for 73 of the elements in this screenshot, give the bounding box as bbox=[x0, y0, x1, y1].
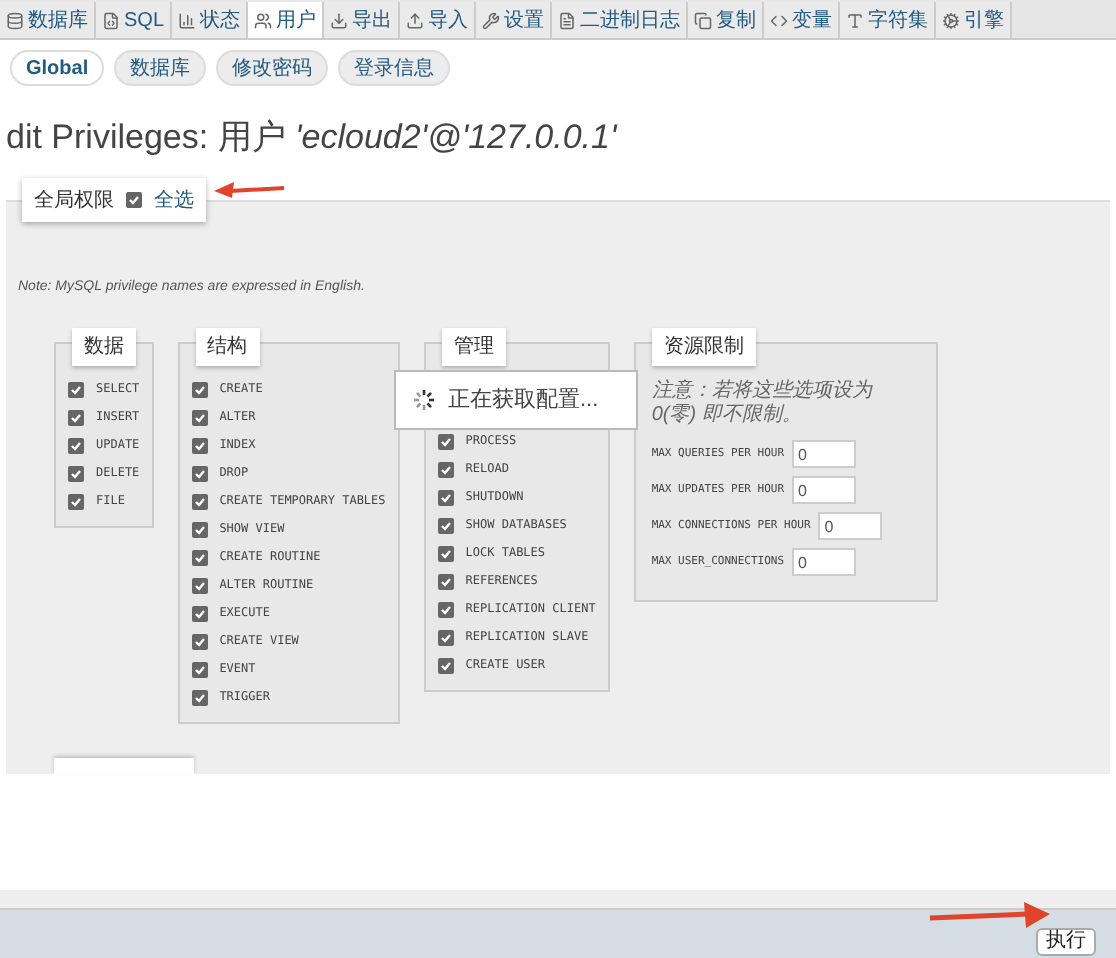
group-legend: 资源限制 bbox=[651, 328, 756, 366]
checkbox[interactable] bbox=[68, 409, 84, 425]
checkbox[interactable] bbox=[437, 601, 454, 617]
checkbox[interactable] bbox=[437, 545, 454, 561]
limit-field[interactable]: 0 bbox=[792, 476, 857, 504]
nav-tab[interactable]: 变量 bbox=[764, 2, 841, 38]
annotation-arrow bbox=[928, 900, 1052, 932]
checkbox[interactable] bbox=[191, 689, 208, 705]
group-legend: 管理 bbox=[441, 328, 506, 366]
sub-tab[interactable]: 数据库 bbox=[114, 50, 207, 86]
checkbox[interactable] bbox=[191, 549, 208, 565]
checkbox[interactable] bbox=[68, 437, 84, 453]
checkbox[interactable] bbox=[191, 437, 208, 453]
nav-tab[interactable]: 数据库 bbox=[0, 2, 96, 38]
checkbox[interactable] bbox=[68, 493, 84, 509]
nav-tab[interactable]: 复制 bbox=[688, 2, 765, 38]
upload-icon bbox=[406, 11, 425, 29]
download-icon bbox=[330, 11, 349, 29]
checkbox[interactable] bbox=[191, 493, 208, 509]
limit-field[interactable]: 0 bbox=[792, 548, 857, 576]
checkbox[interactable] bbox=[437, 573, 454, 589]
checkbox[interactable] bbox=[191, 605, 208, 621]
checkbox[interactable] bbox=[68, 381, 84, 397]
sub-tab[interactable]: 修改密码 bbox=[216, 50, 329, 86]
nav-tab[interactable]: 导入 bbox=[400, 2, 477, 38]
nav-tab[interactable]: 状态 bbox=[172, 2, 249, 38]
spinner-icon bbox=[412, 388, 436, 412]
checkbox[interactable] bbox=[437, 433, 454, 449]
checkbox[interactable] bbox=[437, 629, 454, 645]
copy-icon bbox=[694, 11, 713, 29]
document-icon bbox=[558, 11, 577, 29]
sub-tab[interactable]: 登录信息 bbox=[338, 50, 451, 86]
nav-tab[interactable]: SQL bbox=[96, 2, 173, 38]
group-legend: 结构 bbox=[195, 328, 260, 366]
document-icon bbox=[102, 11, 120, 29]
checkbox[interactable] bbox=[191, 521, 208, 537]
checkbox[interactable] bbox=[437, 517, 454, 533]
legend-label: 全局权限 bbox=[34, 187, 114, 215]
checkbox[interactable] bbox=[437, 461, 454, 477]
group-legend: 数据 bbox=[72, 328, 136, 366]
page-heading: dit Privileges: 用户 'ecloud2'@'127.0.0.1' bbox=[4, 116, 620, 160]
nav-tab[interactable]: 设置 bbox=[476, 2, 553, 38]
chart-icon bbox=[178, 11, 197, 29]
nav-tab[interactable]: 二进制日志 bbox=[552, 2, 689, 38]
checkbox[interactable] bbox=[437, 489, 454, 505]
checkbox[interactable] bbox=[191, 661, 208, 677]
code-icon bbox=[770, 11, 789, 29]
checkbox[interactable] bbox=[191, 577, 208, 593]
select-all-label[interactable]: 全选 bbox=[154, 185, 194, 215]
checkbox[interactable] bbox=[191, 381, 208, 397]
database-icon bbox=[6, 11, 24, 29]
checkbox[interactable] bbox=[68, 465, 84, 481]
annotation-arrow bbox=[212, 180, 288, 200]
nav-tab[interactable]: 用户 bbox=[248, 2, 325, 38]
limits-note: 注意：若将这些选项设为 0(零) 即不限制。 bbox=[651, 380, 875, 428]
checkbox[interactable] bbox=[191, 409, 208, 425]
checkbox[interactable] bbox=[126, 192, 142, 208]
limit-field[interactable]: 0 bbox=[792, 440, 857, 468]
nav-tab[interactable]: 导出 bbox=[324, 2, 401, 38]
limit-field[interactable]: 0 bbox=[818, 512, 883, 540]
execute-button[interactable]: 执行 bbox=[1036, 928, 1096, 956]
checkbox[interactable] bbox=[437, 657, 454, 673]
loading-text: 正在获取配置... bbox=[448, 385, 599, 416]
text-icon bbox=[846, 11, 865, 29]
nav-tab[interactable]: 引擎 bbox=[936, 2, 1013, 38]
next-legend bbox=[54, 758, 194, 774]
checkbox[interactable] bbox=[191, 633, 208, 649]
gear-icon bbox=[942, 11, 961, 29]
sub-tab[interactable]: Global bbox=[10, 50, 105, 86]
checkbox[interactable] bbox=[191, 465, 208, 481]
users-icon bbox=[254, 11, 273, 29]
wrench-icon bbox=[482, 11, 501, 29]
nav-tab[interactable]: 字符集 bbox=[840, 2, 937, 38]
